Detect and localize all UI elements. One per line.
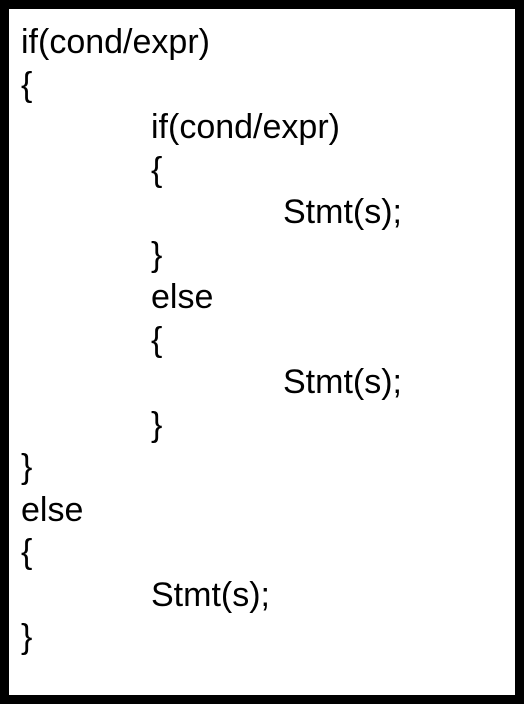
code-line: { <box>21 531 507 574</box>
code-line: { <box>21 149 507 192</box>
code-line: if(cond/expr) <box>21 106 507 149</box>
code-line: else <box>21 489 507 532</box>
code-line: if(cond/expr) <box>21 21 507 64</box>
code-line: { <box>21 64 507 107</box>
code-line: Stmt(s); <box>21 574 507 617</box>
code-line: } <box>21 446 507 489</box>
code-line: Stmt(s); <box>21 191 507 234</box>
code-line: { <box>21 319 507 362</box>
code-line: } <box>21 404 507 447</box>
code-line: else <box>21 276 507 319</box>
code-line: } <box>21 234 507 277</box>
code-line: } <box>21 616 507 659</box>
code-frame: if(cond/expr) { if(cond/expr) { Stmt(s);… <box>0 0 524 704</box>
code-line: Stmt(s); <box>21 361 507 404</box>
